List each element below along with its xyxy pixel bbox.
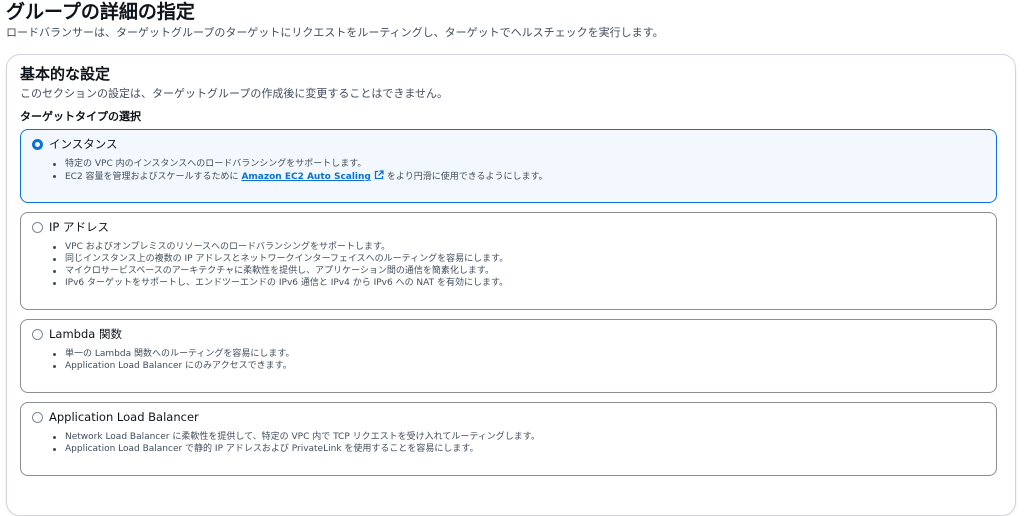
target-type-tile-alb[interactable]: Application Load Balancer Network Load B… — [20, 402, 997, 476]
section-title: 基本的な設定 — [20, 65, 111, 83]
alb-description-list: Network Load Balancer に柔軟性を提供して、特定の VPC … — [53, 431, 540, 455]
list-item: マイクロサービスベースのアーキテクチャに柔軟性を提供し、アプリケーション間の通信… — [52, 265, 508, 277]
lambda-radio[interactable] — [32, 328, 43, 340]
basic-settings-container: 基本的な設定 このセクションの設定は、ターゲットグループの作成後に変更することは… — [6, 54, 1016, 516]
ip-description-list: VPC およびオンプレミスのリソースへのロードバランシングをサポートします。 同… — [52, 241, 509, 289]
list-item-text: をより円滑に使用できるようにします。 — [386, 172, 548, 182]
target-type-tile-ip[interactable]: IP アドレス VPC およびオンプレミスのリソースへのロードバランシングをサポ… — [20, 212, 997, 310]
instances-description-list: 特定の VPC 内のインスタンスへのロードバランシングをサポートします。 EC2… — [53, 158, 548, 183]
ip-label: IP アドレス — [49, 220, 109, 234]
list-item: 単一の Lambda 関数へのルーティングを容易にします。 — [53, 349, 295, 359]
alb-label: Application Load Balancer — [49, 410, 199, 424]
instances-radio[interactable] — [32, 138, 43, 150]
ip-radio[interactable] — [32, 221, 43, 233]
lambda-label: Lambda 関数 — [49, 327, 122, 341]
external-link-icon[interactable] — [374, 170, 384, 180]
list-item: Application Load Balancer にのみアクセスできます。 — [53, 360, 295, 372]
section-description: このセクションの設定は、ターゲットグループの作成後に変更することはできません。 — [20, 87, 449, 100]
list-item: Application Load Balancer で静的 IP アドレスおよび… — [53, 443, 540, 455]
lambda-description-list: 単一の Lambda 関数へのルーティングを容易にします。 Applicatio… — [53, 348, 295, 372]
target-type-tile-lambda[interactable]: Lambda 関数 単一の Lambda 関数へのルーティングを容易にします。 … — [20, 319, 997, 393]
target-type-tile-instances[interactable]: インスタンス 特定の VPC 内のインスタンスへのロードバランシングをサポートし… — [20, 129, 997, 203]
page-description: ロードバランサーは、ターゲットグループのターゲットにリクエストをルーティングし、… — [6, 26, 664, 39]
ec2-auto-scaling-link[interactable]: Amazon EC2 Auto Scaling — [241, 172, 370, 182]
list-item-text: EC2 容量を管理およびスケールするために — [65, 172, 239, 182]
list-item: Network Load Balancer に柔軟性を提供して、特定の VPC … — [53, 432, 540, 442]
list-item: 同じインスタンス上の複数の IP アドレスとネットワークインターフェイスへのルー… — [52, 254, 509, 264]
list-item: VPC およびオンプレミスのリソースへのロードバランシングをサポートします。 — [52, 241, 508, 253]
list-item: EC2 容量を管理およびスケールするために Amazon EC2 Auto Sc… — [53, 170, 548, 183]
list-item: 特定の VPC 内のインスタンスへのロードバランシングをサポートします。 — [53, 158, 548, 170]
alb-radio[interactable] — [32, 411, 43, 423]
page-title: グループの詳細の指定 — [6, 1, 195, 23]
list-item: IPv6 ターゲットをサポートし、エンドツーエンドの IPv6 通信と IPv4… — [52, 278, 509, 288]
instances-label: インスタンス — [49, 137, 118, 151]
target-type-label: ターゲットタイプの選択 — [20, 110, 141, 123]
